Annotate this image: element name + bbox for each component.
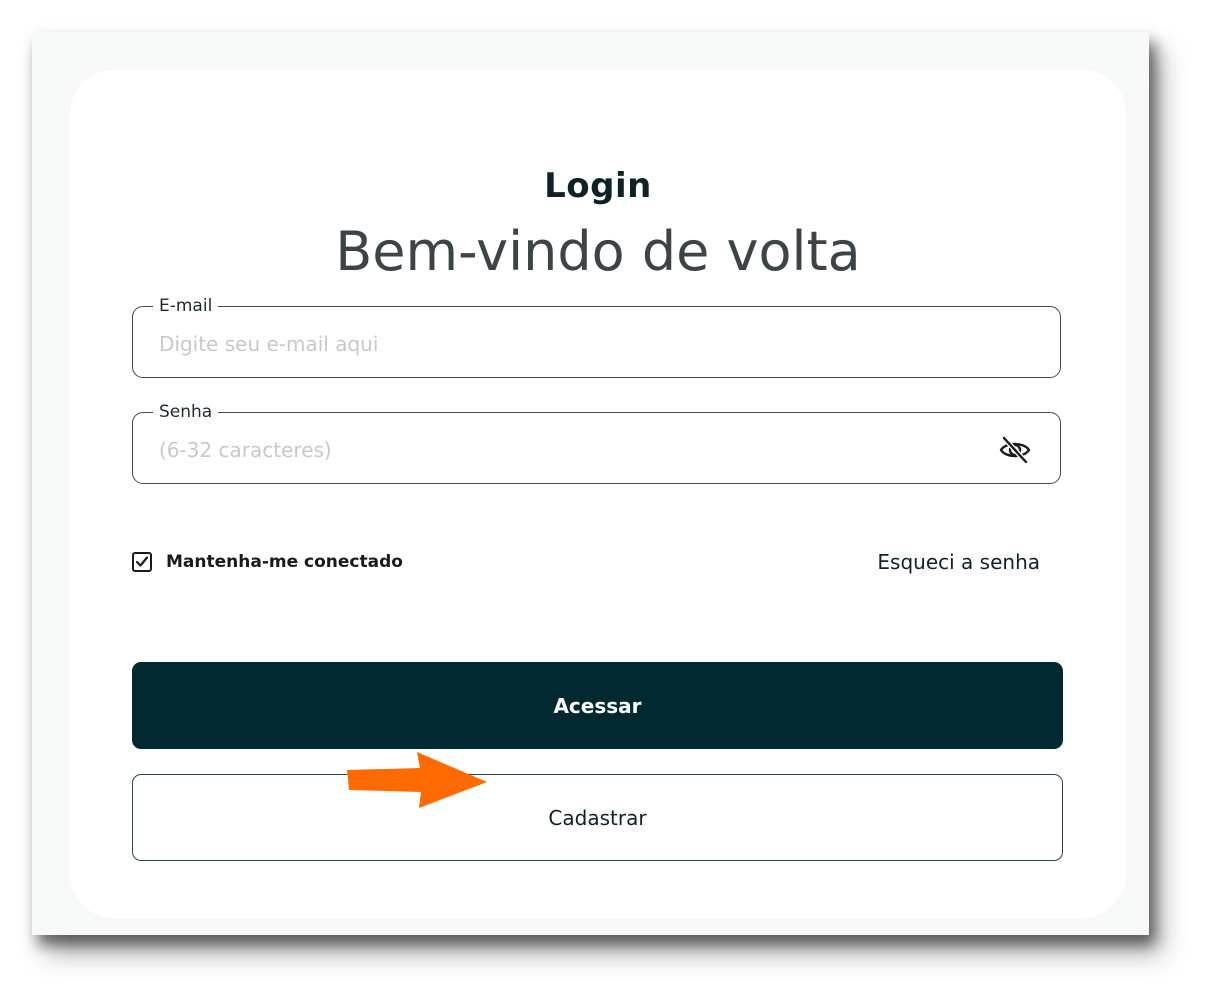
- password-label: Senha: [153, 400, 219, 424]
- email-field: E-mail: [132, 294, 1061, 378]
- checkbox-checked-icon[interactable]: [132, 552, 152, 572]
- welcome-heading: Bem-vindo de volta: [335, 220, 861, 283]
- screenshot-frame: Login Bem-vindo de volta E-mail Senha: [32, 32, 1149, 935]
- eye-off-icon[interactable]: [998, 433, 1032, 467]
- login-card: Login Bem-vindo de volta E-mail Senha: [70, 70, 1126, 918]
- page-title: Login: [544, 166, 652, 206]
- register-button[interactable]: Cadastrar: [132, 774, 1063, 861]
- forgot-password-link[interactable]: Esqueci a senha: [877, 548, 1040, 576]
- email-label: E-mail: [153, 294, 219, 318]
- password-input[interactable]: [159, 435, 979, 465]
- remember-me-checkbox[interactable]: Mantenha-me conectado: [132, 548, 403, 576]
- remember-me-label: Mantenha-me conectado: [166, 552, 403, 572]
- login-button[interactable]: Acessar: [132, 662, 1063, 749]
- annotation-arrow-icon: [347, 752, 487, 808]
- email-input[interactable]: [159, 329, 979, 359]
- password-field: Senha: [132, 400, 1061, 484]
